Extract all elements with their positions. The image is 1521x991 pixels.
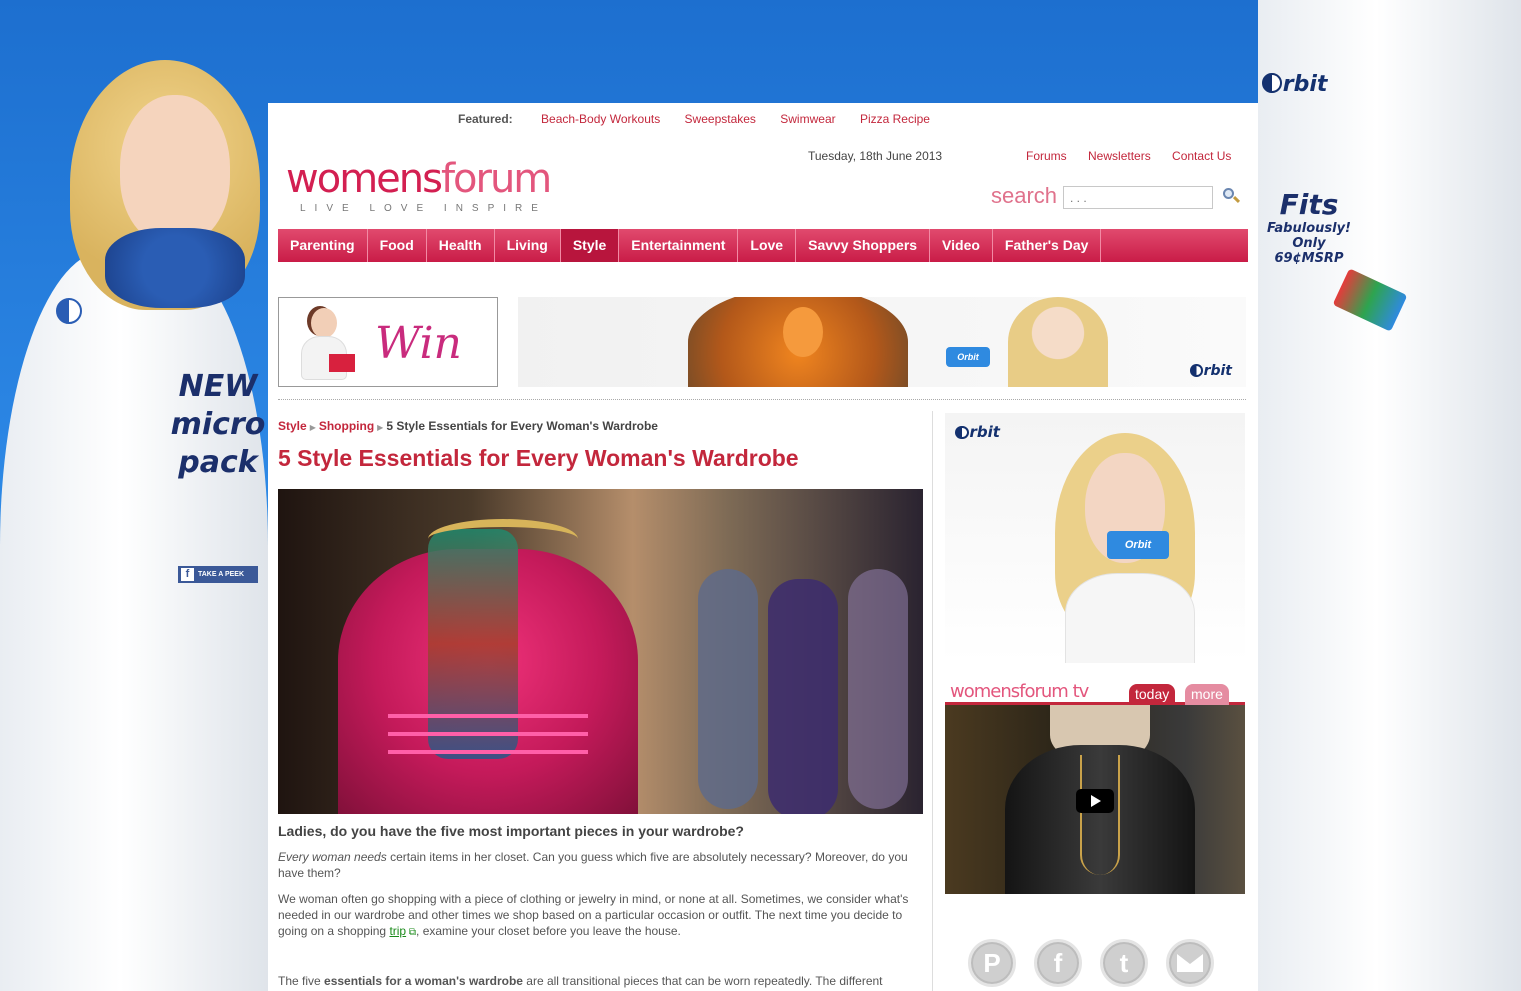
nav-style[interactable]: Style (560, 229, 620, 262)
right-skin-ad[interactable]: rbit Fits Fabulously! Only 69¢MSRP (1258, 0, 1521, 991)
tv-title: womensforum tv (950, 681, 1089, 702)
forums-link[interactable]: Forums (1026, 149, 1067, 163)
article-paragraph: Every woman needs certain items in her c… (278, 850, 908, 880)
search-label: search (991, 183, 1058, 208)
article-paragraph: The five essentials for a woman's wardro… (278, 974, 883, 988)
woman-with-gift-image (289, 306, 359, 384)
search-input[interactable] (1063, 186, 1213, 209)
orbit-logo: rbit (1189, 363, 1232, 379)
gum-pack-icon: Orbit (946, 347, 990, 367)
page-container: Featured: Beach-Body Workouts Sweepstake… (268, 103, 1258, 991)
contact-us-link[interactable]: Contact Us (1172, 149, 1231, 163)
play-icon[interactable] (1076, 789, 1114, 813)
site-logo[interactable]: womensforum LIVE LOVE INSPIRE (286, 141, 586, 216)
trip-link[interactable]: trip (389, 924, 406, 938)
orbit-logo: rbit (955, 423, 1000, 441)
article-hero-image (278, 489, 923, 814)
take-a-peek-button[interactable]: f TAKE A PEEK (178, 566, 258, 583)
breadcrumb-current: 5 Style Essentials for Every Woman's War… (386, 419, 658, 433)
featured-link-pizza-recipe[interactable]: Pizza Recipe (860, 112, 930, 126)
pinterest-icon[interactable]: P (968, 939, 1016, 987)
nav-food[interactable]: Food (368, 229, 427, 262)
ad-model-suit (1258, 0, 1521, 991)
article-subhead: Ladies, do you have the five most import… (278, 823, 744, 839)
ad-model-scarf (105, 228, 245, 308)
logo-tagline: LIVE LOVE INSPIRE (300, 203, 547, 214)
orbit-logo: rbit (1262, 72, 1327, 97)
featured-link-swimwear[interactable]: Swimwear (780, 112, 835, 126)
ad-headline: NEW micro pack (170, 369, 266, 480)
chevron-right-icon: ▶ (309, 423, 316, 432)
orbit-badge-icon (56, 298, 82, 324)
breadcrumb-shopping[interactable]: Shopping (319, 419, 374, 433)
breadcrumb: Style ▶ Shopping ▶ 5 Style Essentials for Ev… (278, 419, 658, 433)
envelope-icon (1177, 954, 1203, 972)
facebook-icon[interactable]: f (1034, 939, 1082, 987)
article-title: 5 Style Essentials for Every Woman's War… (278, 445, 799, 471)
nav-savvy-shoppers[interactable]: Savvy Shoppers (796, 229, 931, 262)
orbit-o-icon (955, 425, 969, 439)
top-links: Forums Newsletters Contact Us (1026, 149, 1249, 163)
win-promo[interactable]: Win (278, 297, 498, 387)
orbit-banner-ad[interactable]: Orbit rbit (518, 297, 1246, 387)
nav-entertainment[interactable]: Entertainment (619, 229, 739, 262)
tab-more[interactable]: more (1185, 684, 1229, 705)
featured-bar: Featured: Beach-Body Workouts Sweepstake… (458, 112, 930, 126)
column-divider (932, 411, 933, 991)
tab-today[interactable]: today (1129, 684, 1176, 705)
nav-parenting[interactable]: Parenting (278, 229, 368, 262)
gift-icon (329, 354, 355, 372)
video-player[interactable] (945, 705, 1245, 894)
ad-model-face (120, 95, 230, 245)
newsletters-link[interactable]: Newsletters (1088, 149, 1151, 163)
main-nav: Parenting Food Health Living Style Enter… (278, 229, 1248, 262)
orbit-o-icon (1189, 364, 1203, 377)
search-button[interactable] (1221, 187, 1241, 207)
womensforum-tv-header: womensforum tv today more (945, 681, 1245, 705)
nav-love[interactable]: Love (738, 229, 797, 262)
nav-fathers-day[interactable]: Father's Day (993, 229, 1102, 262)
orbit-o-icon (1262, 73, 1282, 93)
external-link-icon: ⧉ (406, 927, 417, 938)
nav-video[interactable]: Video (930, 229, 993, 262)
ad-model-suit (0, 250, 268, 991)
featured-link-beach-body[interactable]: Beach-Body Workouts (541, 112, 660, 126)
orbit-sidebar-ad[interactable]: rbit Orbit (945, 413, 1245, 663)
email-icon[interactable] (1166, 939, 1214, 987)
social-share: P f t (968, 939, 1214, 987)
left-skin-ad[interactable]: NEW micro pack f TAKE A PEEK (0, 0, 268, 991)
article-paragraph: We woman often go shopping with a piece … (278, 892, 909, 938)
divider (278, 399, 1246, 400)
facebook-icon: f (181, 568, 194, 581)
breadcrumb-style[interactable]: Style (278, 419, 307, 433)
nav-health[interactable]: Health (427, 229, 495, 262)
nav-living[interactable]: Living (495, 229, 561, 262)
gum-pack-icon: Orbit (1107, 531, 1169, 559)
fits-tagline: Fits Fabulously! Only 69¢MSRP (1267, 188, 1351, 266)
chevron-right-icon: ▶ (377, 423, 384, 432)
current-date: Tuesday, 18th June 2013 (808, 149, 943, 163)
twitter-icon[interactable]: t (1100, 939, 1148, 987)
featured-link-sweepstakes[interactable]: Sweepstakes (685, 112, 756, 126)
